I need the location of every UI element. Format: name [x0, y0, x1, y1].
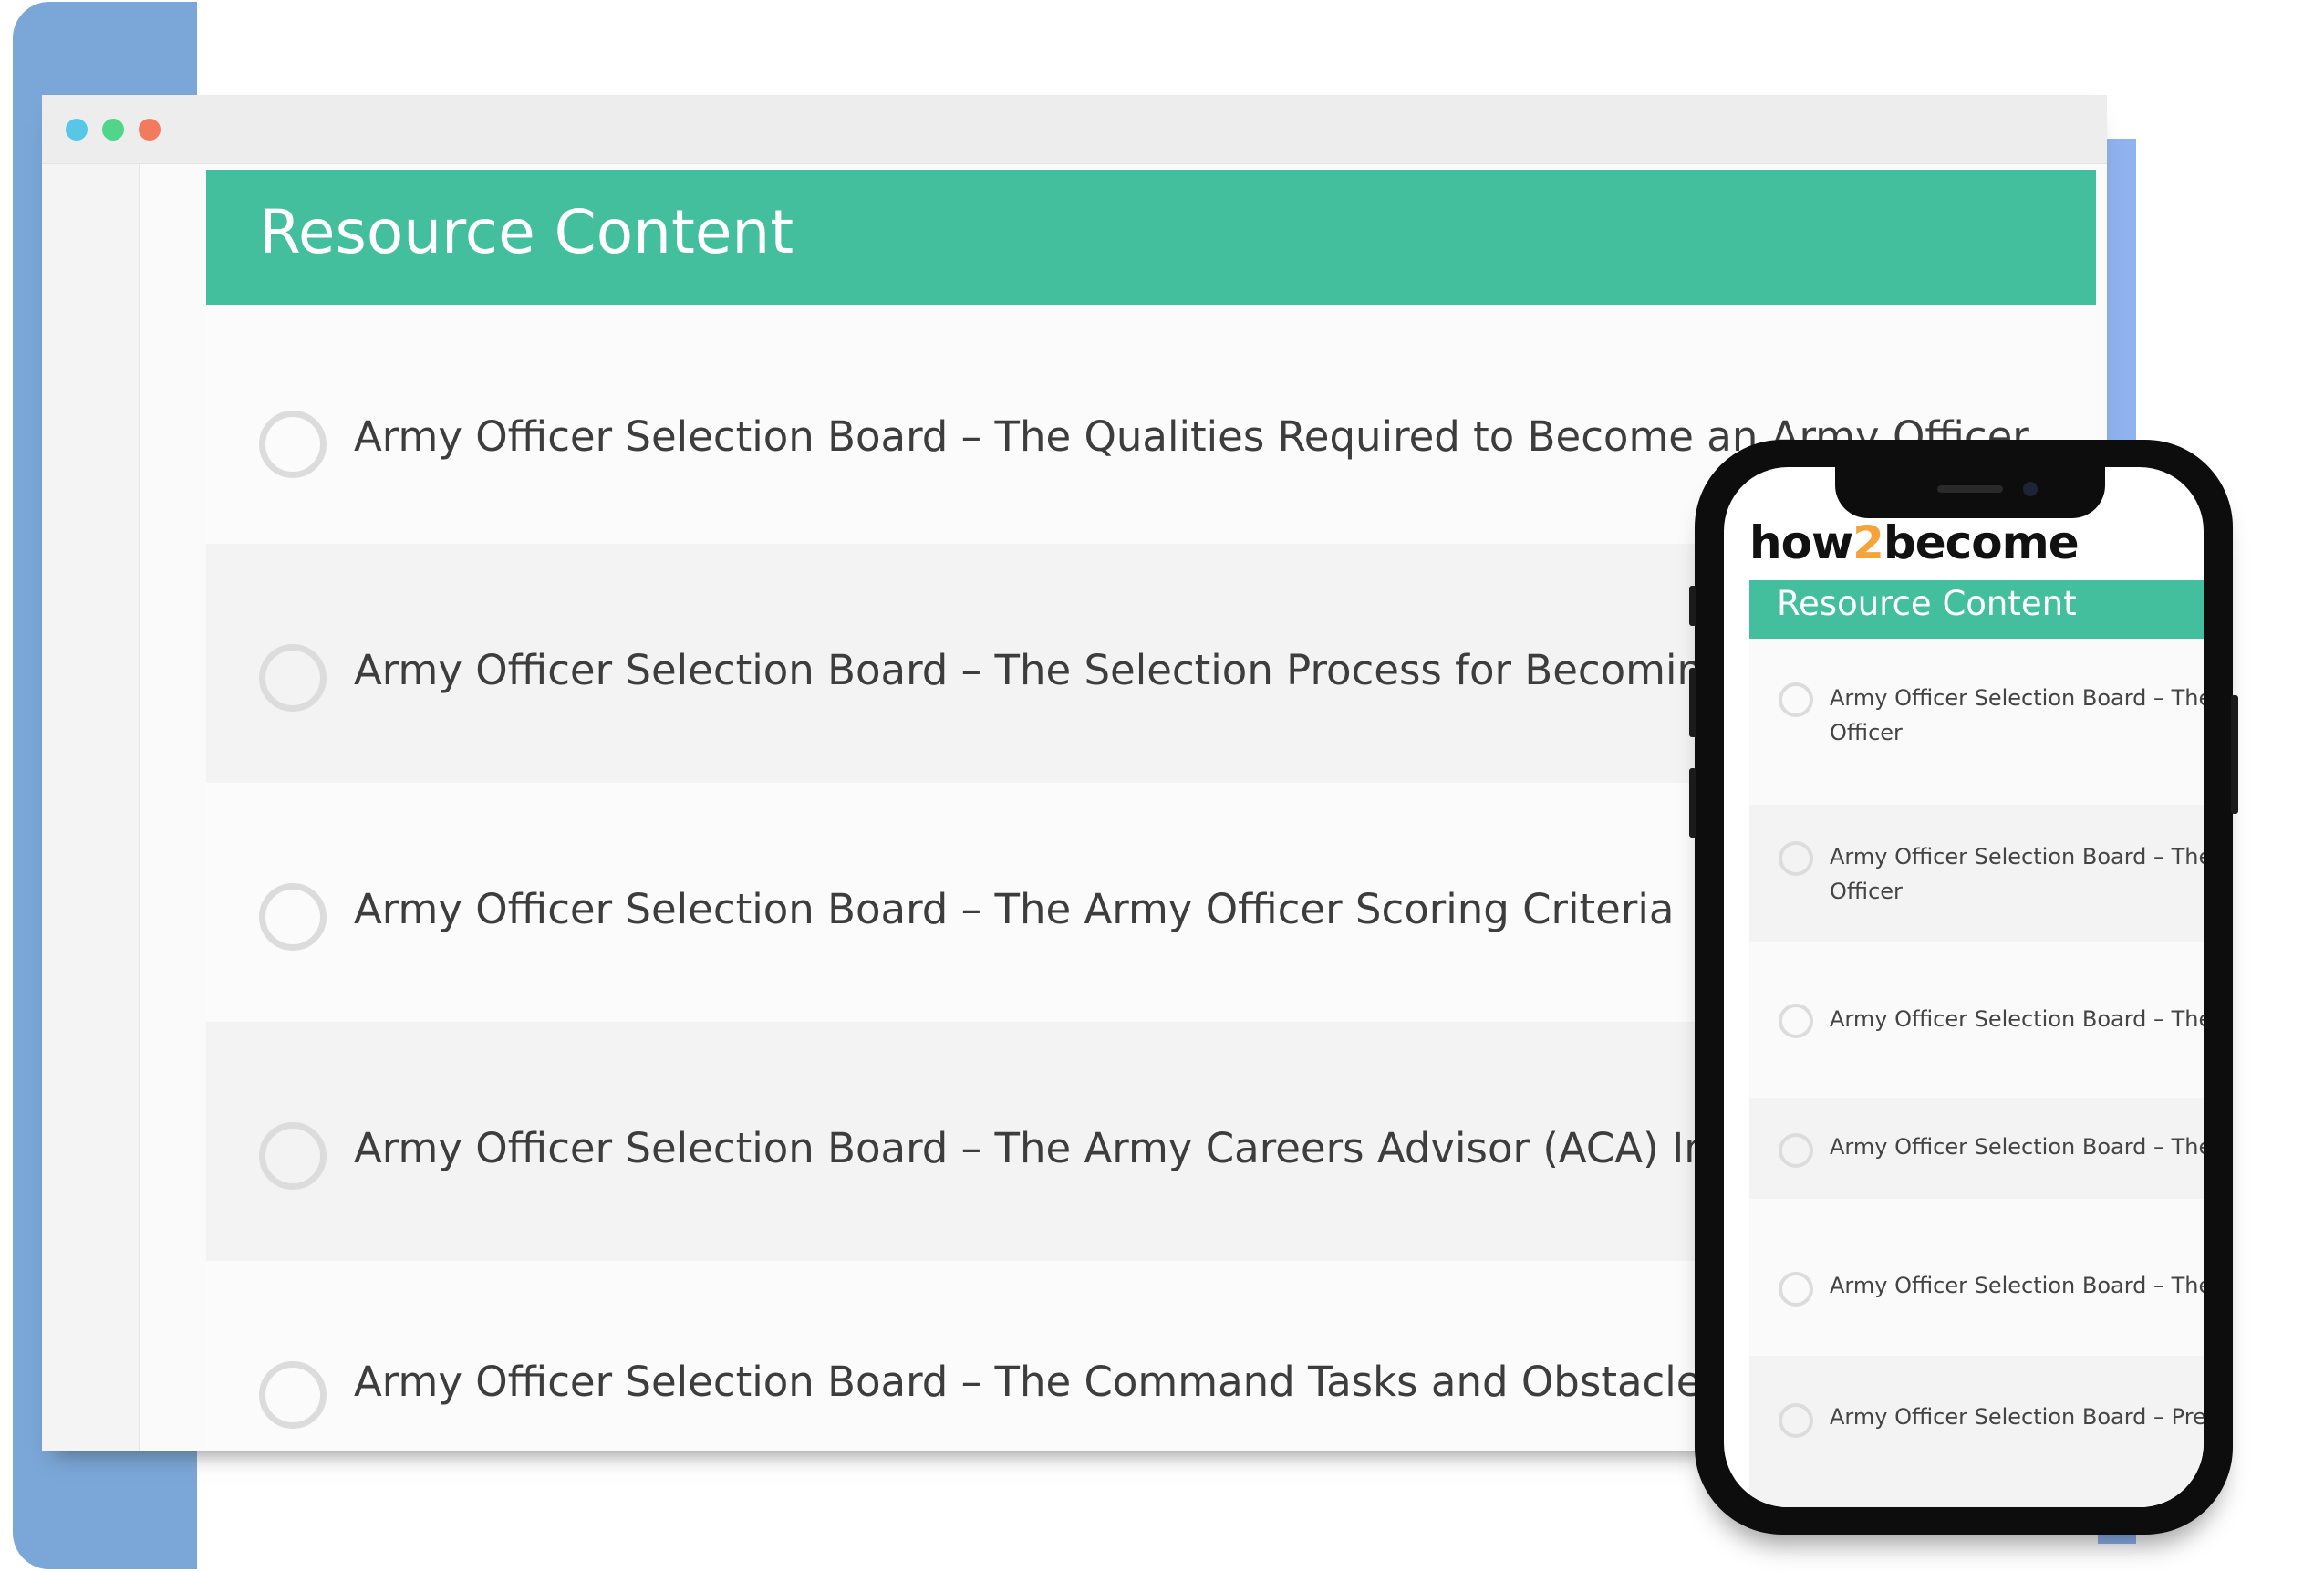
radio-circle-icon[interactable]	[259, 411, 327, 478]
window-dot-blue-icon[interactable]	[66, 119, 88, 141]
list-item-line: Army Officer Selection Board – The	[1830, 1134, 2204, 1160]
radio-circle-icon[interactable]	[259, 644, 327, 712]
list-item[interactable]: Army Officer Selection Board – The	[1749, 1098, 2204, 1199]
phone-power-button	[2231, 695, 2238, 814]
list-item-label[interactable]: Army Officer Selection Board – The	[1830, 1130, 2204, 1164]
window-dot-red-icon[interactable]	[139, 119, 161, 141]
list-item-line: Army Officer Selection Board – Pre	[1830, 1404, 2204, 1430]
phone-notch	[1835, 467, 2105, 518]
radio-circle-icon[interactable]	[259, 883, 327, 951]
window-dot-green-icon[interactable]	[102, 119, 124, 141]
list-item-line: Army Officer Selection Board – The	[1830, 1273, 2204, 1298]
list-item-line: Army Officer Selection Board – The	[1830, 1006, 2204, 1032]
list-item[interactable]: Army Officer Selection Board – Pre	[1749, 1356, 2204, 1507]
list-item-label[interactable]: Army Officer Selection Board – The Army …	[354, 1124, 1862, 1172]
list-item[interactable]: Army Officer Selection Board – The Offic…	[1749, 805, 2204, 942]
mobile-page-title: Resource Content	[1777, 584, 2077, 623]
phone-volume-down	[1689, 768, 1696, 838]
page-title: Resource Content	[259, 197, 794, 267]
mobile-resource-header: Resource Content	[1749, 580, 2204, 639]
radio-circle-icon[interactable]	[1779, 1133, 1813, 1168]
list-item[interactable]: Army Officer Selection Board – The	[1749, 942, 2204, 1098]
list-item-line: Officer	[1830, 879, 1903, 904]
list-item[interactable]: Army Officer Selection Board – The Offic…	[1749, 639, 2204, 805]
phone-mockup: how2become Resource Content Army Officer…	[1689, 440, 2238, 1535]
camera-icon	[2023, 482, 2038, 496]
radio-circle-icon[interactable]	[1779, 841, 1813, 876]
list-item-label[interactable]: Army Officer Selection Board – The Army …	[354, 885, 1674, 933]
radio-circle-icon[interactable]	[1779, 1004, 1813, 1038]
radio-circle-icon[interactable]	[259, 1122, 327, 1190]
list-item-label[interactable]: Army Officer Selection Board – Pre	[1830, 1400, 2204, 1434]
list-item-label[interactable]: Army Officer Selection Board – The Comma…	[354, 1358, 1858, 1406]
list-item-line: Officer	[1830, 720, 1903, 745]
speaker-icon	[1937, 485, 2003, 493]
radio-circle-icon[interactable]	[1779, 1272, 1813, 1307]
browser-titlebar	[42, 95, 2107, 164]
list-item[interactable]: Army Officer Selection Board – The	[1749, 1199, 2204, 1356]
radio-circle-icon[interactable]	[1779, 682, 1813, 717]
sidebar	[42, 164, 140, 1451]
brand-logo-part: become	[1883, 516, 2080, 569]
marketing-mockup: Resource Content Army Officer Selection …	[0, 0, 2324, 1572]
list-item-label[interactable]: Army Officer Selection Board – The Offic…	[1830, 681, 2204, 750]
list-item-label[interactable]: Army Officer Selection Board – The	[1830, 1002, 2204, 1036]
list-item-label[interactable]: Army Officer Selection Board – The	[1830, 1268, 2204, 1303]
list-item-line: Army Officer Selection Board – The	[1830, 685, 2204, 711]
mobile-resource-list: Army Officer Selection Board – The Offic…	[1749, 639, 2204, 1507]
brand-logo-part: 2	[1852, 516, 1884, 569]
resource-header: Resource Content	[206, 170, 2096, 305]
brand-logo[interactable]: how2become	[1749, 516, 2080, 569]
brand-logo-part: how	[1749, 516, 1853, 569]
phone-screen: how2become Resource Content Army Officer…	[1724, 467, 2204, 1507]
phone-volume-up	[1689, 668, 1696, 737]
list-item-label[interactable]: Army Officer Selection Board – The Offic…	[1830, 839, 2204, 909]
list-item-line: Army Officer Selection Board – The	[1830, 844, 2204, 869]
radio-circle-icon[interactable]	[1779, 1403, 1813, 1438]
radio-circle-icon[interactable]	[259, 1361, 327, 1429]
phone-silent-switch	[1689, 586, 1696, 626]
